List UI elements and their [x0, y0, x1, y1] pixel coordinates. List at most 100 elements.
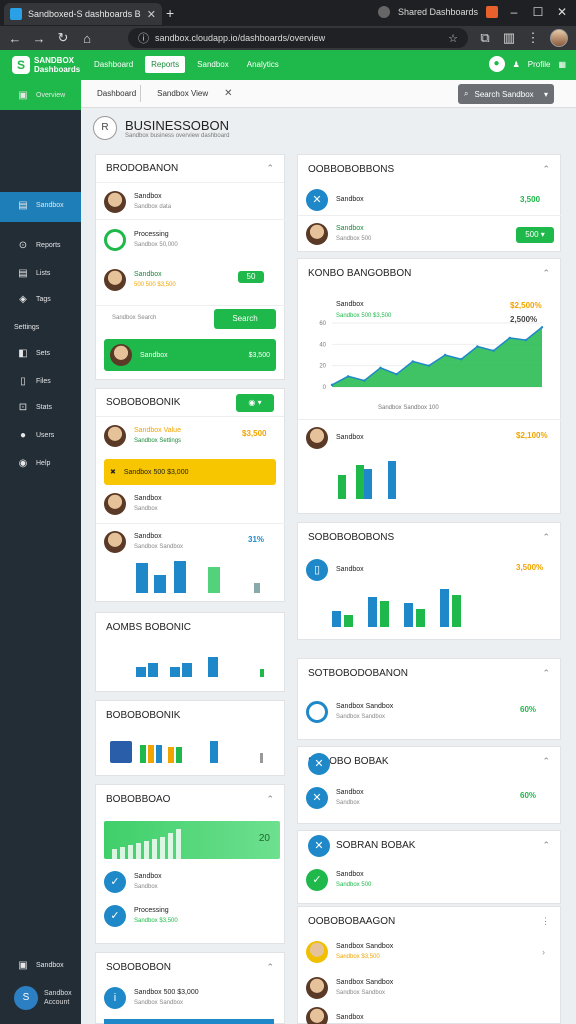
collapse-icon[interactable]: ⌃: [266, 962, 274, 973]
collapse-icon[interactable]: ⌃: [542, 840, 550, 851]
notification-icon[interactable]: ●: [488, 56, 505, 72]
browser-tab[interactable]: Sandboxed-S dashboards Bundle ✕: [4, 3, 162, 25]
breadcrumb-close-icon[interactable]: ✕: [224, 88, 232, 99]
list-item[interactable]: Sandbox Sandbox Sandbox: [104, 531, 183, 553]
site-info-icon[interactable]: ⓘ: [138, 30, 149, 46]
avatar: [306, 427, 328, 449]
list-item[interactable]: ✕ Sandbox: [306, 189, 364, 211]
y-tick-label: 40: [319, 342, 326, 348]
sidebar-item[interactable]: ● Users: [18, 430, 54, 441]
window-close-icon[interactable]: ✕: [554, 5, 570, 19]
search-button[interactable]: Search: [214, 309, 276, 329]
profile-icon[interactable]: [377, 6, 390, 18]
list-item[interactable]: Sandbox Sandbox: [104, 493, 162, 515]
list-item-sub: Sandbox $3,500: [336, 954, 380, 960]
highlight-row[interactable]: Sandbox $3,500: [104, 339, 276, 371]
more-icon[interactable]: ⋮: [541, 916, 550, 927]
collapse-icon[interactable]: ⌃: [542, 164, 550, 175]
sidebar-section[interactable]: Settings: [14, 324, 39, 331]
list-item[interactable]: Processing Sandbox 50,000: [104, 229, 178, 251]
collapse-icon[interactable]: ⌃: [542, 756, 550, 767]
tools-icon: ✕: [308, 753, 330, 775]
chart-bar: [210, 741, 218, 763]
header-nav-item[interactable]: Sandbox: [191, 56, 235, 73]
list-item-sub: Sandbox Sandbox: [336, 714, 386, 720]
list-item[interactable]: ✓ Sandbox Sandbox: [104, 871, 162, 893]
header-nav-item[interactable]: Analytics: [241, 56, 285, 73]
list-item[interactable]: ✕ Sandbox Sandbox: [306, 787, 364, 809]
collapse-icon[interactable]: ⌃: [542, 532, 550, 543]
grid-menu-icon[interactable]: ▦: [558, 60, 566, 69]
bookmark-star-icon[interactable]: ☆: [448, 32, 458, 45]
app-logo[interactable]: S SANDBOX Dashboards: [12, 56, 80, 74]
header-nav-item-active[interactable]: Reports: [145, 56, 186, 73]
back-icon[interactable]: ←: [8, 31, 22, 46]
list-item[interactable]: i Sandbox 500 $3,000 Sandbox Sandbox: [104, 987, 199, 1009]
home-icon[interactable]: ⌂: [80, 31, 94, 46]
data-point: [363, 379, 366, 382]
list-item-title: Processing: [134, 907, 169, 914]
reload-icon[interactable]: ↻: [56, 30, 70, 46]
list-item[interactable]: ▯ Sandbox: [306, 559, 364, 581]
sidepanel-icon[interactable]: ▥: [502, 30, 516, 46]
sidebar-item[interactable]: ▤ Lists: [18, 268, 50, 279]
sidebar-item[interactable]: ◈ Tags: [18, 294, 51, 305]
list-item[interactable]: Sandbox: [306, 1007, 364, 1024]
maximize-icon[interactable]: ☐: [530, 5, 546, 19]
sidebar-item[interactable]: ◉ Help: [18, 458, 51, 469]
sidebar-item-bottom[interactable]: ▣ Sandbox: [18, 960, 63, 971]
list-item[interactable]: Sandbox Sandbox 500: [306, 223, 371, 245]
warning-row[interactable]: ✖ Sandbox 500 $3,000: [104, 459, 276, 485]
list-item[interactable]: Sandbox Sandbox Sandbox Sandbox: [306, 977, 393, 999]
card-title: SOBOBOBONIK: [106, 397, 181, 408]
user-avatar[interactable]: [550, 29, 568, 47]
forward-icon[interactable]: →: [32, 31, 46, 46]
new-tab-icon[interactable]: +: [166, 5, 174, 21]
chevron-right-icon[interactable]: ›: [542, 947, 545, 957]
tab-close-icon[interactable]: ✕: [147, 8, 156, 21]
extension-icon[interactable]: [486, 6, 498, 18]
chart-footer: Sandbox Sandbox 100: [378, 405, 439, 411]
list-item[interactable]: Sandbox Sandbox Sandbox Sandbox: [306, 701, 393, 723]
user-icon[interactable]: ♟: [513, 60, 520, 69]
list-item-title: Sandbox Sandbox: [336, 979, 394, 986]
collapse-icon[interactable]: ⌃: [542, 668, 550, 679]
search-input[interactable]: Sandbox Search: [112, 315, 156, 321]
data-point: [460, 358, 463, 361]
chart-bar: [174, 561, 186, 593]
sidebar-item[interactable]: ⊙ Reports: [18, 240, 61, 251]
header-profile-label[interactable]: Profile: [528, 60, 551, 69]
list-item[interactable]: ✓ Sandbox Sandbox 500: [306, 869, 371, 891]
collapse-icon[interactable]: ⌃: [266, 163, 274, 174]
breadcrumb-item[interactable]: Dashboard: [93, 85, 142, 102]
sidebar-account[interactable]: S Sandbox Account: [14, 986, 72, 1010]
sidebar-item-overview[interactable]: ▣ Overview: [0, 80, 81, 110]
address-bar[interactable]: ⓘ sandbox.cloudapp.io/dashboards/overvie…: [128, 28, 468, 48]
check-circle-icon: ✓: [104, 871, 126, 893]
list-item[interactable]: Sandbox Value Sandbox Settings: [104, 425, 181, 447]
minimize-icon[interactable]: –: [506, 5, 522, 19]
browser-tab-strip: Sandboxed-S dashboards Bundle ✕ + Shared…: [0, 0, 576, 26]
breadcrumb-item[interactable]: Sandbox View: [153, 85, 212, 102]
search-dropdown[interactable]: ⌕ Search Sandbox ▾: [458, 84, 554, 104]
collapse-icon[interactable]: ⌃: [266, 794, 274, 805]
sidebar-item[interactable]: ▯ Files: [18, 376, 51, 387]
list-item[interactable]: Sandbox: [306, 427, 364, 449]
card-action-button[interactable]: ◉ ▾: [236, 393, 274, 412]
list-item[interactable]: ✓ Processing Sandbox $3,500: [104, 905, 178, 927]
list-item[interactable]: Sandbox Sandbox data: [104, 191, 171, 213]
card-action-button[interactable]: 500 ▾: [516, 227, 554, 243]
list-item-sub: Sandbox 500: [336, 236, 372, 242]
collapse-icon[interactable]: ⌃: [542, 268, 550, 279]
extensions-icon[interactable]: ⧉: [478, 30, 492, 46]
header-nav-item[interactable]: Dashboard: [88, 56, 139, 73]
sidebar-item[interactable]: ◧ Sets: [18, 348, 50, 359]
sidebar-item-sandbox[interactable]: ▤ Sandbox: [18, 200, 63, 211]
list-item[interactable]: Sandbox Sandbox Sandbox $3,500: [306, 941, 393, 963]
list-item[interactable]: Sandbox 500 500 $3,500: [104, 269, 176, 291]
info-icon: i: [104, 987, 126, 1009]
sidebar-item[interactable]: ⊡ Stats: [18, 402, 52, 413]
y-tick-label: 60: [319, 321, 326, 327]
menu-icon[interactable]: ⋮: [526, 30, 540, 46]
progress-strip: 20: [104, 821, 280, 859]
